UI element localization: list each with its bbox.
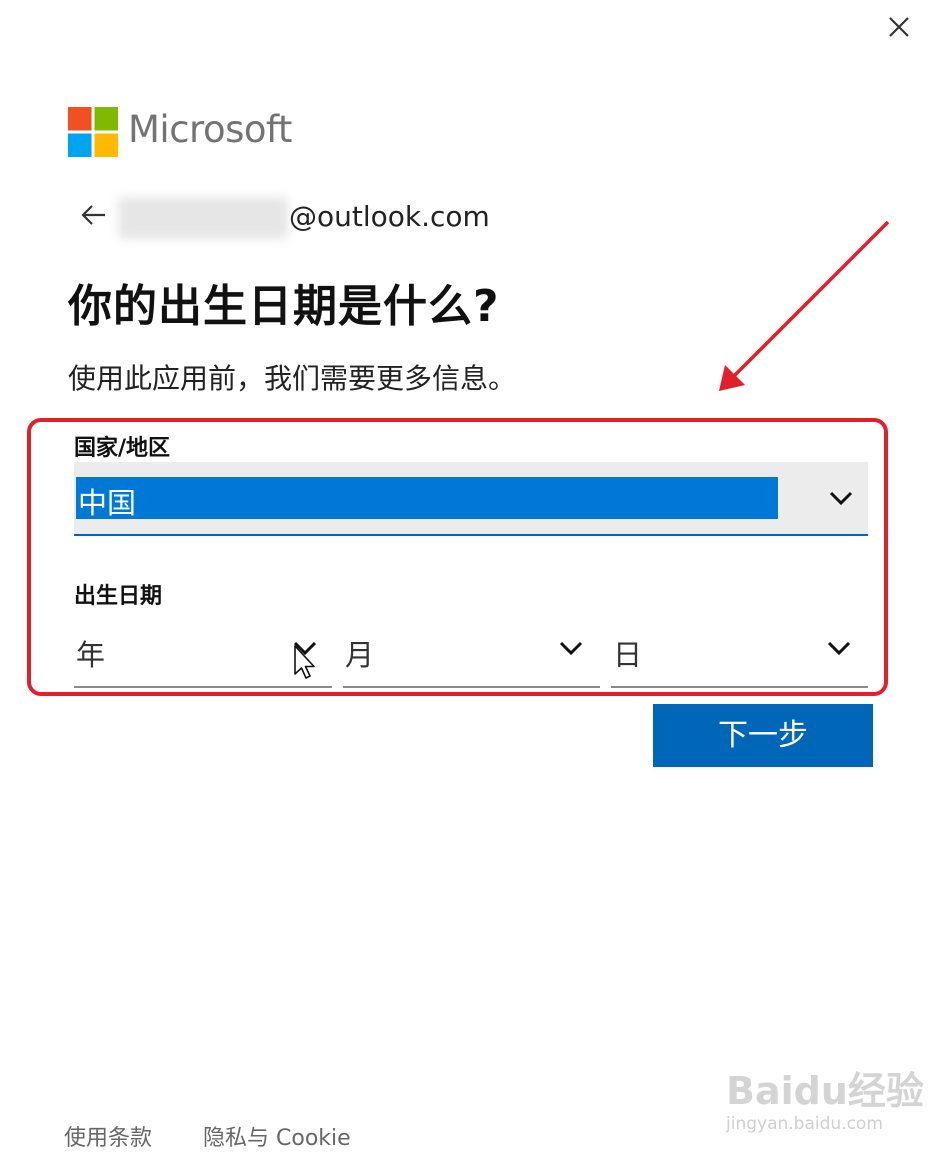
privacy-cookie-link[interactable]: 隐私与 Cookie <box>203 1120 351 1152</box>
country-select[interactable]: 中国 <box>74 462 868 536</box>
page-title: 你的出生日期是什么? <box>68 281 500 332</box>
close-icon[interactable] <box>884 12 914 42</box>
email-username-redacted <box>118 197 288 239</box>
microsoft-logo <box>68 107 118 157</box>
terms-link[interactable]: 使用条款 <box>64 1120 152 1152</box>
watermark-url: jingyan.baidu.com <box>726 1114 883 1134</box>
day-value: 日 <box>613 638 643 672</box>
month-value: 月 <box>345 638 375 672</box>
month-select[interactable]: 月 <box>343 622 600 688</box>
selection-highlight <box>76 477 778 519</box>
watermark: Baidu经验 <box>726 1069 924 1113</box>
chevron-down-icon <box>559 641 583 656</box>
page-subtitle: 使用此应用前，我们需要更多信息。 <box>68 362 517 395</box>
cursor-arrow-icon <box>294 645 315 679</box>
birthdate-label: 出生日期 <box>74 584 163 609</box>
chevron-down-icon <box>829 491 853 506</box>
email-domain: @outlook.com <box>289 200 490 233</box>
brand-name: Microsoft <box>128 108 292 151</box>
back-arrow-icon[interactable] <box>78 200 108 230</box>
day-select[interactable]: 日 <box>611 622 868 688</box>
country-label: 国家/地区 <box>74 436 171 461</box>
chevron-down-icon <box>827 641 851 656</box>
next-button[interactable]: 下一步 <box>653 704 873 767</box>
country-value: 中国 <box>78 486 137 520</box>
annotation-arrow <box>719 220 890 391</box>
year-value: 年 <box>76 638 106 672</box>
year-select[interactable]: 年 <box>74 622 332 688</box>
